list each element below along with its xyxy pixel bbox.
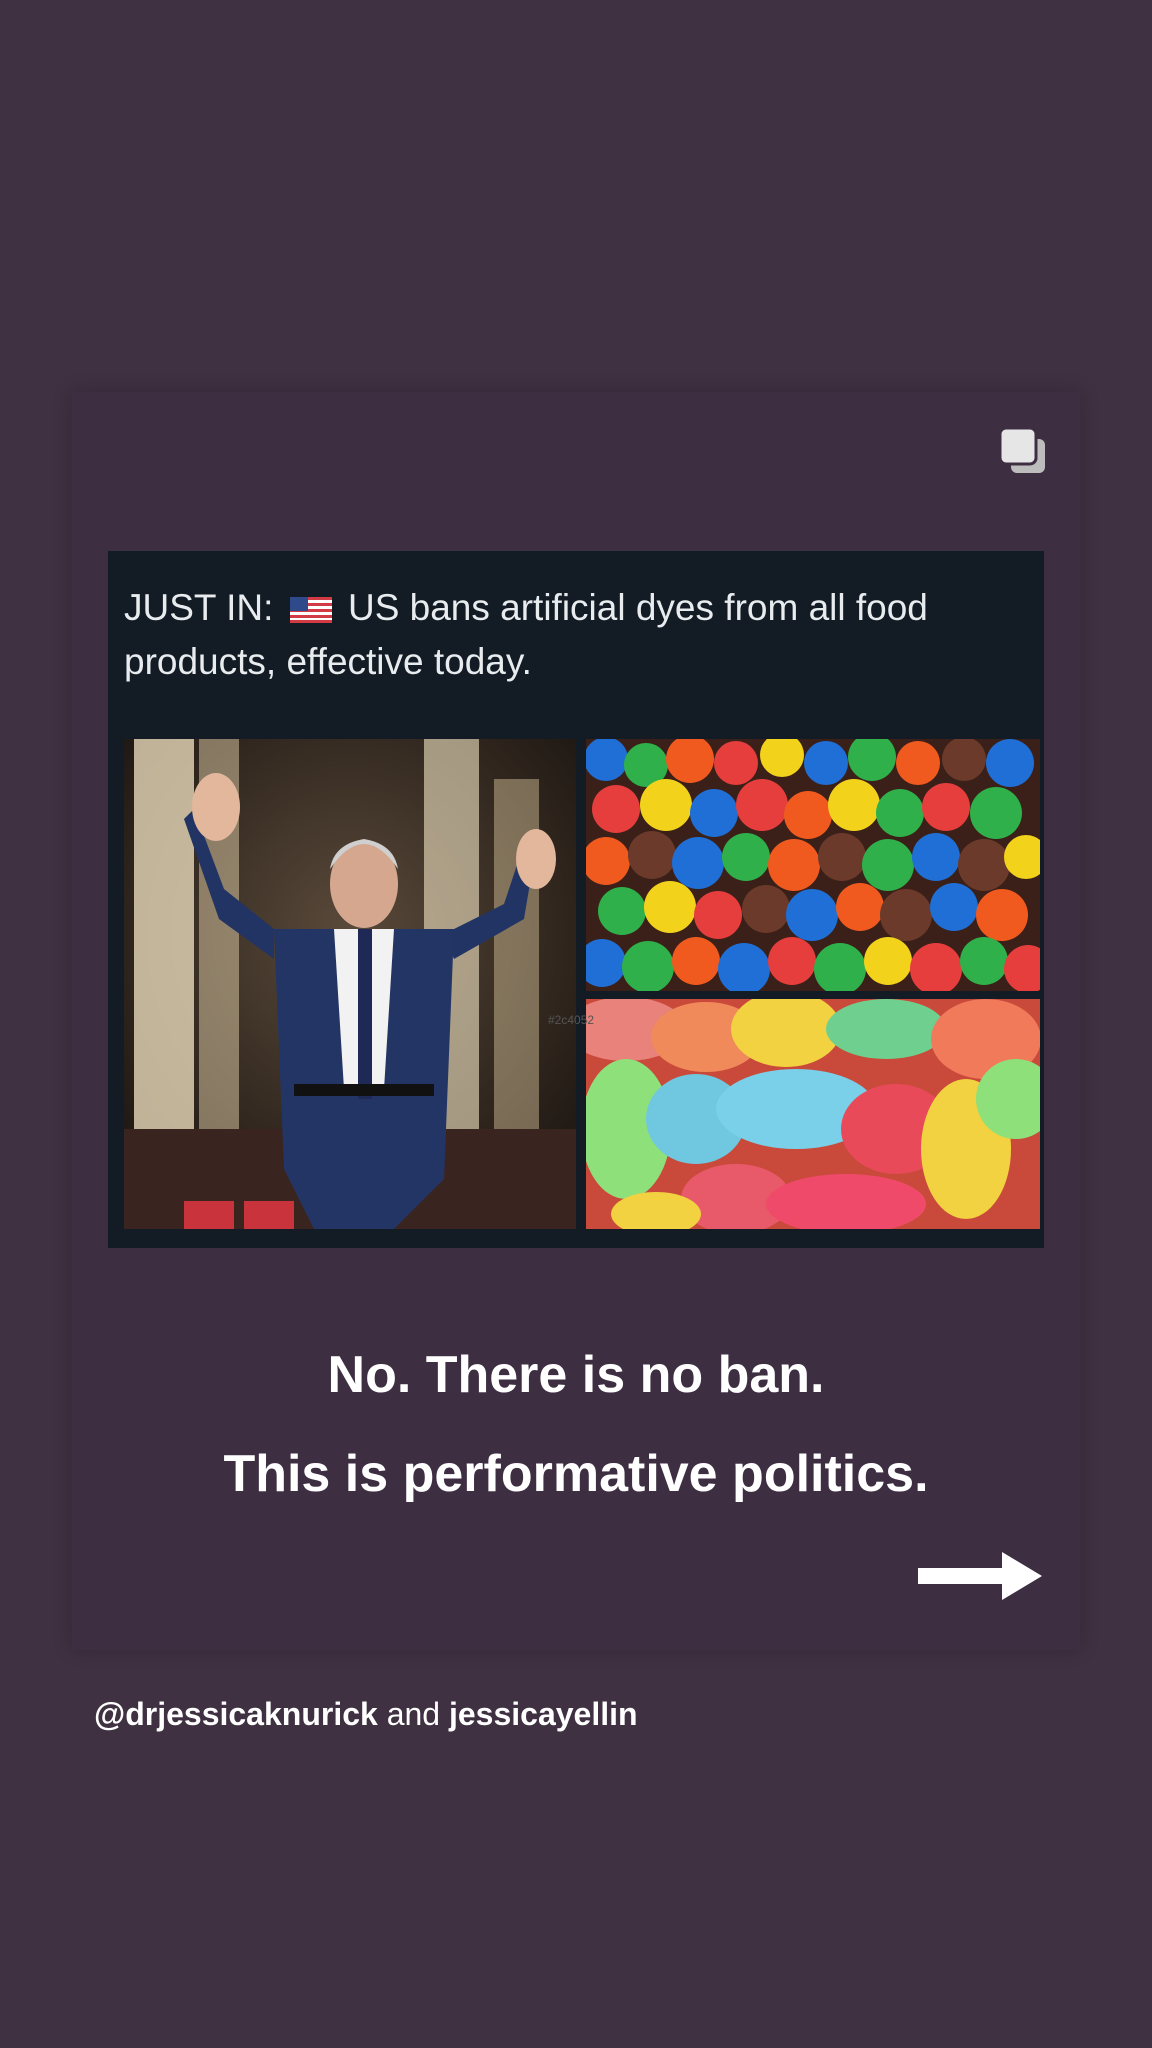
watermark-label: #2c4052 (548, 1013, 595, 1027)
us-flag-icon (289, 597, 332, 623)
embedded-headline: JUST IN: US bans artificial dyes from al… (124, 581, 1024, 689)
caption-line-2: This is performative politics. (223, 1445, 929, 1503)
candy-mms-photo (586, 739, 1040, 991)
person-photo (124, 739, 576, 1229)
attribution-joiner: and (386, 1696, 441, 1732)
attribution: @drjessicaknurick and jessicayellin (94, 1696, 638, 1733)
author-link[interactable]: @drjessicaknurick (94, 1696, 378, 1732)
multiple-images-icon (998, 426, 1045, 473)
embedded-image[interactable]: JUST IN: US bans artificial dyes from al… (108, 551, 1044, 1248)
headline-prefix: JUST IN: (124, 587, 274, 628)
caption-line-1: No. There is no ban. (327, 1346, 825, 1404)
right-arrow-icon[interactable] (918, 1552, 1042, 1600)
coauthor-link[interactable]: jessicayellin (449, 1696, 638, 1732)
candy-gummies-photo (586, 999, 1040, 1229)
